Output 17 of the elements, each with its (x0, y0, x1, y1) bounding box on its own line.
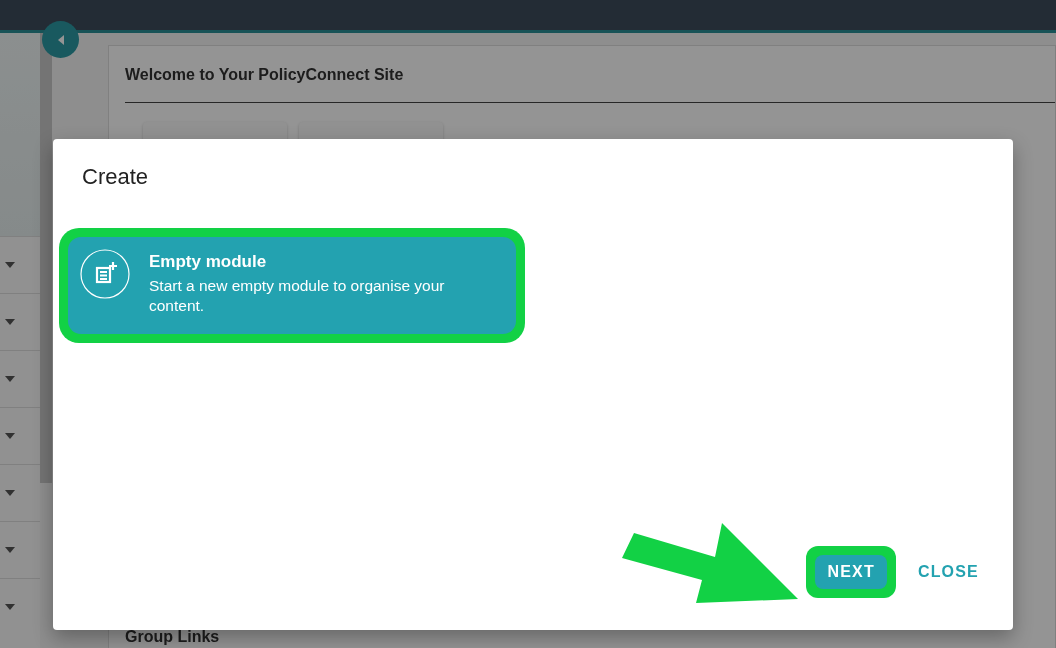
caret-icon[interactable] (5, 604, 15, 610)
caret-icon[interactable] (5, 490, 15, 496)
dialog-title: Create (82, 164, 149, 191)
caret-icon[interactable] (5, 376, 15, 382)
add-note-icon (80, 249, 130, 299)
caret-icon[interactable] (5, 262, 15, 268)
close-button[interactable]: CLOSE (905, 555, 991, 589)
section-title: Group Links (125, 628, 221, 646)
caret-icon[interactable] (5, 547, 15, 553)
option-title: Empty module (149, 251, 268, 272)
option-card[interactable]: Empty module Start a new empty module to organise your content. (68, 237, 516, 334)
caret-icon[interactable] (5, 433, 15, 439)
caret-icon (56, 34, 65, 45)
caret-icon[interactable] (5, 319, 15, 325)
option-description: Start a new empty module to organise your content. (149, 276, 446, 316)
page-title: Welcome to Your PolicyConnect Site (125, 65, 405, 85)
next-button[interactable]: NEXT (815, 555, 887, 589)
